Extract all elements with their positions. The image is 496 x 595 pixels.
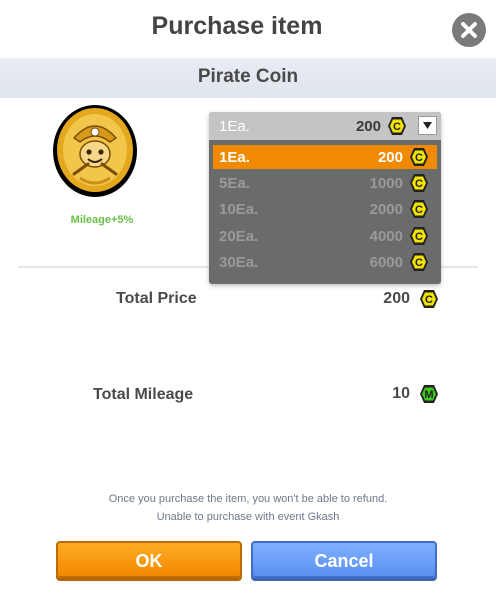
mileage-currency-letter: M	[424, 389, 433, 401]
coin-currency-letter: C	[415, 257, 423, 269]
coin-currency-icon: C	[409, 147, 429, 167]
chevron-down-icon	[423, 122, 432, 129]
pirate-coin-image	[52, 102, 138, 203]
total-price-value: 200	[383, 290, 410, 307]
coin-currency-letter: C	[415, 152, 423, 164]
ok-button[interactable]: OK	[56, 541, 242, 578]
option-price: 4000	[369, 228, 403, 245]
item-name: Pirate Coin	[197, 66, 299, 87]
quantity-option-20[interactable]: 20Ea. 4000 C	[213, 224, 437, 248]
coin-currency-icon: C	[409, 226, 429, 246]
coin-currency-letter: C	[425, 294, 433, 306]
coin-currency-letter: C	[415, 231, 423, 243]
quantity-option-30[interactable]: 30Ea. 6000 C	[213, 250, 437, 274]
total-mileage-value: 10	[392, 385, 410, 402]
coin-currency-icon: C	[409, 173, 429, 193]
option-quantity: 30Ea.	[219, 254, 259, 271]
coin-currency-letter: C	[393, 121, 401, 133]
option-price: 200	[377, 149, 403, 166]
dialog-header: Purchase item	[0, 0, 496, 58]
purchase-dialog: Purchase item Pirate Coin Mileage+5% Tot…	[0, 0, 496, 595]
total-mileage-label: Total Mileage	[93, 386, 194, 403]
coin-currency-icon: C	[409, 199, 429, 219]
option-quantity: 20Ea.	[219, 228, 259, 245]
selected-price: 200	[355, 118, 381, 135]
option-quantity: 5Ea.	[219, 175, 250, 192]
total-price-label: Total Price	[116, 290, 197, 307]
option-quantity: 1Ea.	[219, 149, 250, 166]
option-price: 6000	[369, 254, 403, 271]
option-quantity: 10Ea.	[219, 201, 259, 218]
quantity-option-5[interactable]: 5Ea. 1000 C	[213, 171, 437, 195]
mileage-currency-icon: M	[419, 384, 439, 404]
quantity-dropdown[interactable]: 1Ea. 200 C 1Ea. 200 C 5Ea. 1000 C 10Ea. …	[209, 112, 441, 284]
gkash-notice: Unable to purchase with event Gkash	[156, 511, 340, 523]
close-button[interactable]	[452, 13, 486, 47]
refund-notice: Once you purchase the item, you won't be…	[108, 493, 388, 505]
quantity-option-10[interactable]: 10Ea. 2000 C	[213, 197, 437, 221]
selected-quantity: 1Ea.	[219, 118, 250, 135]
quantity-option-1[interactable]: 1Ea. 200 C	[213, 145, 437, 169]
dialog-title: Purchase item	[151, 12, 323, 40]
coin-currency-letter: C	[415, 204, 423, 216]
cancel-button[interactable]: Cancel	[251, 541, 437, 578]
coin-currency-icon: C	[409, 252, 429, 272]
mileage-bonus-label: Mileage+5%	[70, 214, 134, 226]
coin-currency-icon: C	[387, 116, 407, 136]
option-price: 1000	[369, 175, 403, 192]
option-price: 2000	[369, 201, 403, 218]
coin-currency-letter: C	[415, 178, 423, 190]
coin-currency-icon: C	[419, 289, 439, 309]
quantity-dropdown-header[interactable]: 1Ea. 200 C	[209, 112, 441, 140]
dropdown-toggle[interactable]	[418, 116, 437, 135]
close-icon	[461, 22, 477, 38]
item-name-band: Pirate Coin	[0, 58, 496, 98]
